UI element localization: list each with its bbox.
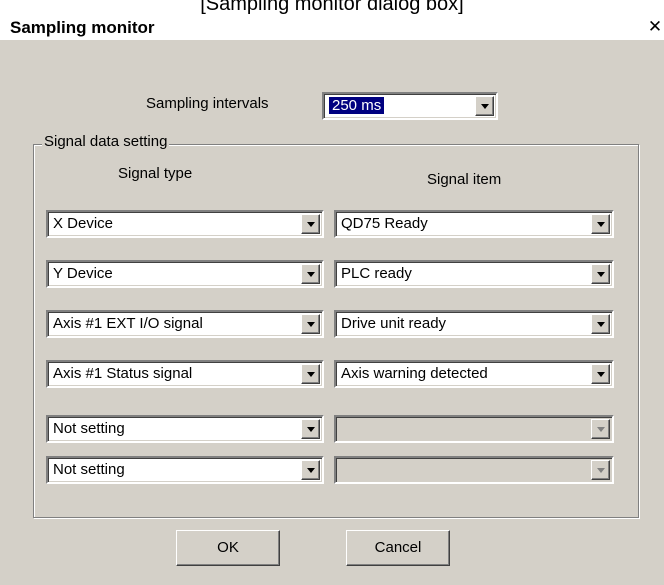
signal-type-header: Signal type bbox=[118, 165, 193, 182]
signal-type-value: Not setting bbox=[53, 420, 125, 437]
signal-item-header: Signal item bbox=[427, 171, 502, 188]
signal-item-value: Drive unit ready bbox=[341, 315, 447, 332]
chevron-down-icon[interactable] bbox=[301, 460, 320, 480]
signal-item-select-5 bbox=[334, 415, 614, 443]
chevron-down-icon[interactable] bbox=[301, 364, 320, 384]
signal-type-select-4[interactable]: Axis #1 Status signal bbox=[46, 360, 324, 388]
chevron-down-icon[interactable] bbox=[591, 314, 610, 334]
signal-type-select-6[interactable]: Not setting bbox=[46, 456, 324, 484]
chevron-down-icon[interactable] bbox=[301, 314, 320, 334]
sampling-intervals-value: 250 ms bbox=[327, 96, 386, 115]
signal-type-value: Not setting bbox=[53, 461, 125, 478]
signal-type-value: Axis #1 EXT I/O signal bbox=[53, 315, 203, 332]
signal-type-select-3[interactable]: Axis #1 EXT I/O signal bbox=[46, 310, 324, 338]
signal-item-value: QD75 Ready bbox=[341, 215, 428, 232]
chevron-down-icon bbox=[591, 460, 610, 480]
chevron-down-icon[interactable] bbox=[591, 214, 610, 234]
signal-type-value: Axis #1 Status signal bbox=[53, 365, 193, 382]
sampling-intervals-label: Sampling intervals bbox=[146, 95, 269, 112]
sampling-intervals-select[interactable]: 250 ms bbox=[322, 92, 498, 120]
cancel-button[interactable]: Cancel bbox=[346, 530, 450, 566]
signal-item-value: Axis warning detected bbox=[341, 365, 488, 382]
signal-item-value: PLC ready bbox=[341, 265, 412, 282]
signal-item-select-6 bbox=[334, 456, 614, 484]
signal-item-select-4[interactable]: Axis warning detected bbox=[334, 360, 614, 388]
signal-item-select-3[interactable]: Drive unit ready bbox=[334, 310, 614, 338]
signal-type-value: Y Device bbox=[53, 265, 113, 282]
window-title: Sampling monitor bbox=[10, 18, 155, 37]
signal-type-select-1[interactable]: X Device bbox=[46, 210, 324, 238]
chevron-down-icon[interactable] bbox=[301, 214, 320, 234]
signal-type-value: X Device bbox=[53, 215, 114, 232]
chevron-down-icon bbox=[591, 419, 610, 439]
chevron-down-icon[interactable] bbox=[301, 419, 320, 439]
ok-button[interactable]: OK bbox=[176, 530, 280, 566]
chevron-down-icon[interactable] bbox=[475, 96, 494, 116]
chevron-down-icon[interactable] bbox=[301, 264, 320, 284]
sampling-monitor-dialog: Sampling monitor ✕ Sampling intervals 25… bbox=[0, 14, 664, 585]
signal-type-select-5[interactable]: Not setting bbox=[46, 415, 324, 443]
chevron-down-icon[interactable] bbox=[591, 264, 610, 284]
dialog-body: Sampling intervals 250 ms Signal data se… bbox=[0, 40, 664, 585]
signal-item-select-1[interactable]: QD75 Ready bbox=[334, 210, 614, 238]
signal-data-setting-title: Signal data setting bbox=[42, 133, 170, 150]
title-bar[interactable]: Sampling monitor ✕ bbox=[0, 14, 664, 40]
chevron-down-icon[interactable] bbox=[591, 364, 610, 384]
close-icon[interactable]: ✕ bbox=[646, 17, 664, 37]
signal-item-select-2[interactable]: PLC ready bbox=[334, 260, 614, 288]
signal-type-select-2[interactable]: Y Device bbox=[46, 260, 324, 288]
